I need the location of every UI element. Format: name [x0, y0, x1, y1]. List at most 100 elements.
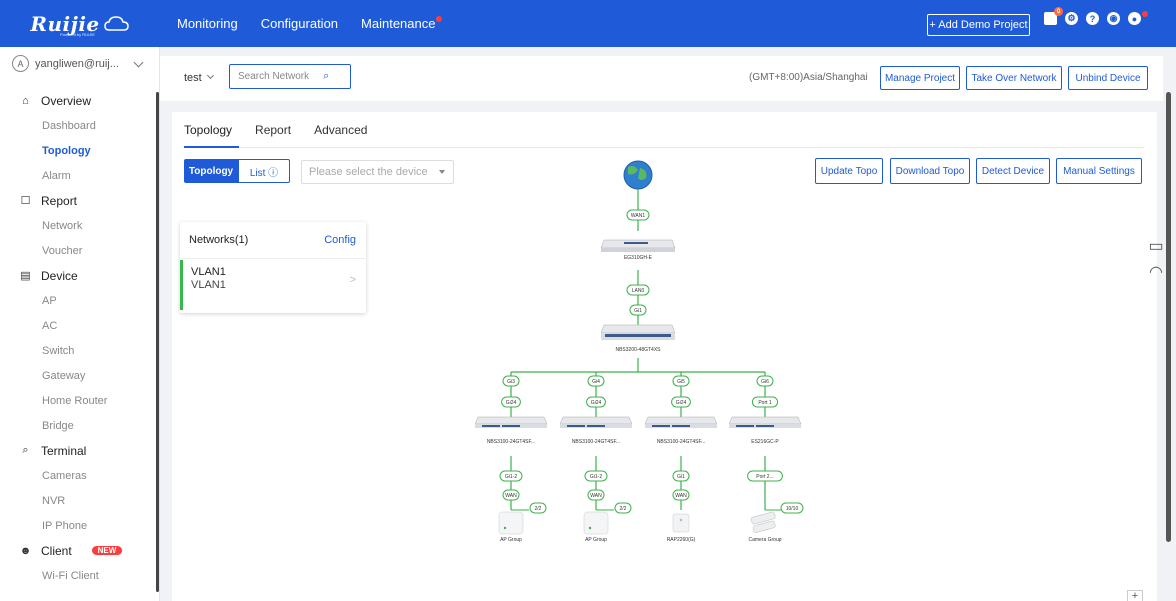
ap-group-icon[interactable]	[583, 511, 609, 535]
manage-project-button[interactable]: Manage Project	[880, 66, 960, 90]
menu-cameras[interactable]: Cameras	[0, 463, 160, 488]
downstream-port-label: Gi1	[677, 474, 685, 480]
menu-device-label: Device	[41, 268, 78, 283]
menu-ip-phone[interactable]: IP Phone	[0, 513, 160, 538]
chevron-down-icon[interactable]	[133, 57, 144, 68]
wan-port-pill: WAN1	[626, 209, 650, 221]
nav-maintenance[interactable]: Maintenance	[361, 16, 443, 31]
menu-overview-label: Overview	[41, 93, 92, 108]
access-point-icon[interactable]	[672, 513, 690, 533]
access-switch-name: NBS3100-24GT4SF...	[572, 439, 620, 445]
gi1-port-pill: Gi1	[629, 304, 647, 316]
terminal-icon: ⌕	[22, 444, 29, 456]
user-name: yangliwen@ruij...	[35, 57, 119, 70]
menu-device[interactable]: ▤ Device	[0, 263, 160, 288]
access-branches: Gi3 Gi24 NBS3100-24GT4SF... Gi1-2 WAN 2/2 AP G…	[474, 372, 804, 543]
feedback-icon[interactable]: ▭	[1146, 236, 1166, 256]
account-icon[interactable]: ●	[1128, 11, 1148, 25]
access-switch-device[interactable]	[644, 416, 718, 425]
ap-status-led	[503, 526, 507, 530]
leaf-device-name: Camera Group	[748, 537, 781, 543]
nav-maintenance-label: Maintenance	[361, 16, 436, 31]
menu-gateway[interactable]: Gateway	[0, 363, 160, 388]
cloud-icon	[103, 15, 129, 31]
add-demo-project-button[interactable]: + Add Demo Project	[927, 14, 1030, 36]
menu-network[interactable]: Network	[0, 213, 160, 238]
top-bar: Ruijie Powered by RUIJIE Monitoring Conf…	[0, 0, 1176, 47]
menu-dashboard[interactable]: Dashboard	[0, 113, 160, 138]
uplink-port-label: Gi4	[592, 379, 600, 385]
nav-configuration[interactable]: Configuration	[261, 16, 338, 31]
home-icon: ⌂	[22, 94, 29, 107]
globe-icon[interactable]: ◉	[1107, 12, 1120, 25]
menu-alarm[interactable]: Alarm	[0, 163, 160, 188]
gear-icon[interactable]: ⚙	[1065, 12, 1078, 25]
support-headset-icon[interactable]: ◠	[1146, 262, 1166, 282]
new-badge: NEW	[92, 546, 122, 555]
wan-port-label: WAN	[590, 493, 602, 499]
menu-topology[interactable]: Topology	[0, 138, 160, 163]
gi1-port-label: Gi1	[634, 308, 642, 314]
access-switch-ports	[482, 425, 500, 427]
menu-wifi-client[interactable]: Wi-Fi Client	[0, 563, 160, 588]
access-switch-device[interactable]	[474, 416, 548, 425]
menu-switch[interactable]: Switch	[0, 338, 160, 363]
leaf-device-name: AP Group	[500, 537, 522, 543]
menu-report[interactable]: ☐ Report	[0, 188, 160, 213]
take-over-network-button[interactable]: Take Over Network	[966, 66, 1062, 90]
page-scrollbar[interactable]	[1166, 92, 1171, 542]
access-switch-ports	[672, 425, 690, 427]
unbind-device-button[interactable]: Unbind Device	[1068, 66, 1148, 90]
downlink-port-label: Port 1	[758, 400, 772, 406]
menu-ac[interactable]: AC	[0, 313, 160, 338]
menu-home-router[interactable]: Home Router	[0, 388, 160, 413]
core-switch-device[interactable]	[600, 324, 676, 340]
menu-bridge[interactable]: Bridge	[0, 413, 160, 438]
device-icon: ▤	[20, 270, 31, 282]
access-switch-ports	[502, 425, 520, 427]
uplink-port-label: Gi5	[677, 379, 685, 385]
downstream-port-label: Gi1-2	[505, 474, 517, 480]
menu-client[interactable]: ☻ Client	[0, 538, 160, 563]
downlink-port-label: Gi24	[506, 400, 517, 406]
zoom-in-button[interactable]: +	[1127, 590, 1143, 601]
gateway-device[interactable]	[600, 239, 676, 252]
help-icon[interactable]: ?	[1086, 12, 1099, 25]
header-icons: 0 ⚙ ? ◉ ●	[1044, 7, 1148, 25]
menu-overview[interactable]: ⌂ Overview	[0, 88, 160, 113]
project-selector[interactable]: test	[184, 71, 214, 84]
menu-voucher[interactable]: Voucher	[0, 238, 160, 263]
menu-terminal[interactable]: ⌕ Terminal	[0, 438, 160, 463]
client-icon: ☻	[19, 544, 32, 557]
lan-port-label: LAN0	[632, 288, 645, 294]
sidebar-scrollbar[interactable]	[156, 92, 159, 592]
access-switch-ports	[652, 425, 670, 427]
nav-monitoring[interactable]: Monitoring	[177, 16, 238, 31]
menu-nvr[interactable]: NVR	[0, 488, 160, 513]
uplink-port-label: Gi3	[507, 379, 515, 385]
menu-ap[interactable]: AP	[0, 288, 160, 313]
downstream-port-label: Gi1-2	[590, 474, 602, 480]
core-switch-name: NBS3200-48GT4XS	[615, 347, 661, 353]
menu-client-label: Client	[41, 543, 72, 558]
menu-report-label: Report	[41, 193, 78, 208]
access-switch-name: NBS3100-24GT4SF...	[657, 439, 705, 445]
notification-icon[interactable]: 0	[1044, 7, 1063, 25]
access-switch-ports	[756, 425, 774, 427]
online-count-label: 2/2	[620, 506, 627, 512]
topology-panel: Topology Report Advanced Topology List ⓘ…	[172, 112, 1157, 601]
project-header: test Search Network ⌕ (GMT+8:00)Asia/Shan…	[160, 56, 1163, 101]
ap-group-icon[interactable]	[498, 511, 524, 535]
search-network-input[interactable]: Search Network ⌕	[229, 64, 351, 89]
access-switch-ports	[736, 425, 754, 427]
user-selector[interactable]: A yangliwen@ruij...	[12, 55, 119, 72]
access-switch-name: NBS3100-24GT4SF...	[487, 439, 535, 445]
downlink-port-label: Gi24	[676, 400, 687, 406]
access-switch-device[interactable]	[559, 416, 633, 425]
report-icon: ☐	[20, 195, 31, 207]
avatar: A	[12, 55, 29, 72]
wan-port-label: WAN	[675, 493, 687, 499]
online-count-label: 2/2	[535, 506, 542, 512]
brand-logo[interactable]: Ruijie Powered by RUIJIE	[0, 0, 160, 47]
access-switch-device[interactable]	[728, 416, 802, 425]
